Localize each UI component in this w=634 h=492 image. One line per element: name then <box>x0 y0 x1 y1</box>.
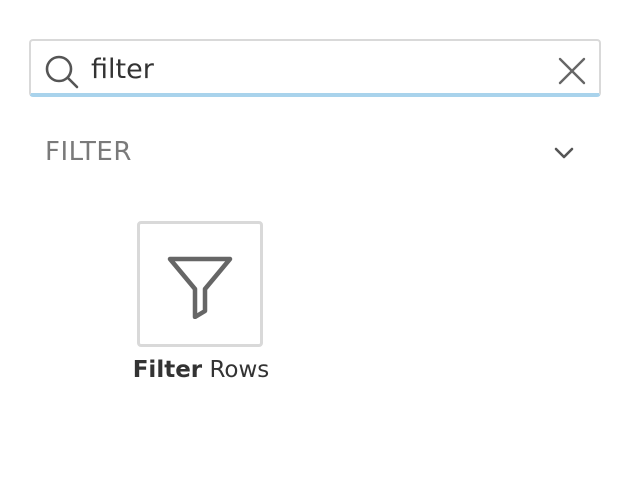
clear-search-icon[interactable] <box>558 57 586 85</box>
label-match-text: Filter <box>132 357 203 383</box>
section-title: FILTER <box>45 137 132 167</box>
chevron-down-icon[interactable] <box>553 145 575 161</box>
search-box[interactable] <box>29 39 601 97</box>
filter-rows-tile[interactable] <box>137 221 263 347</box>
filter-rows-label[interactable]: Filter Rows <box>120 357 282 383</box>
filter-funnel-icon <box>167 256 233 319</box>
step-palette: FILTER Filter Rows <box>0 0 634 492</box>
search-icon <box>45 55 79 89</box>
label-rest-text: Rows <box>202 357 270 383</box>
search-input[interactable] <box>91 49 531 89</box>
section-header-filter[interactable]: FILTER <box>45 135 585 175</box>
